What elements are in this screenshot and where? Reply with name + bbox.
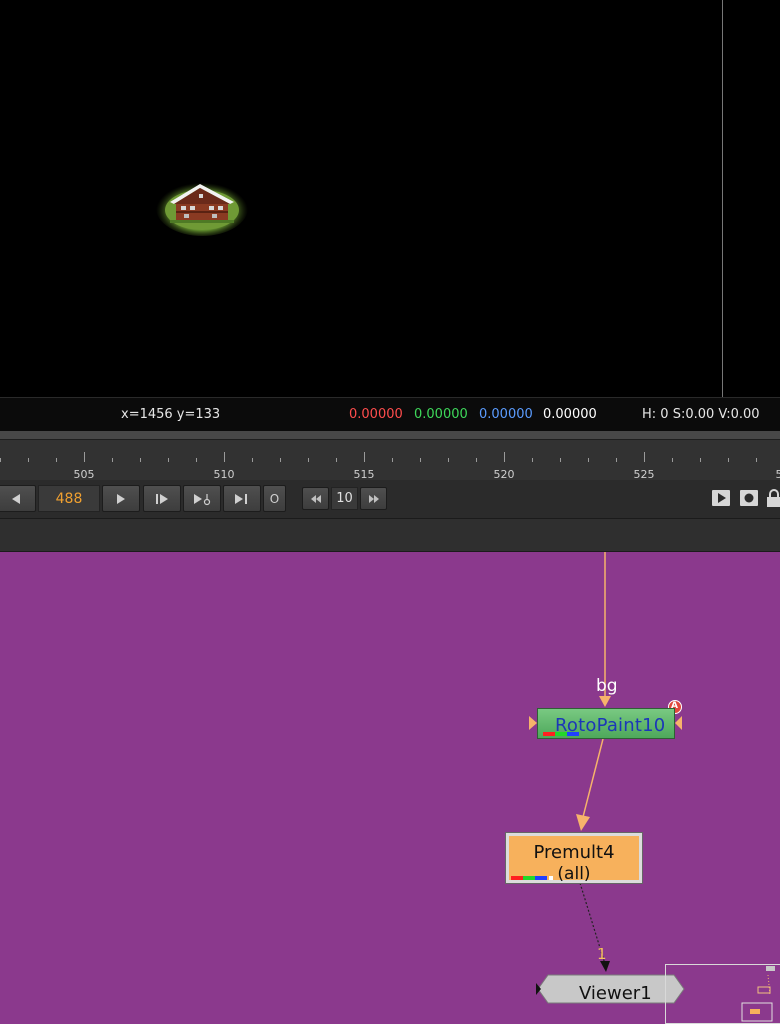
minor-tick [616,458,617,462]
next-keyframe-icon [194,493,211,505]
play-forward-icon [117,493,125,504]
pixel-blue-value: 0.00000 [479,407,533,422]
roto-premult-arrow [576,814,590,831]
minor-tick [728,458,729,462]
chalet-image [156,180,248,236]
viewer-input-label: 1 [597,945,607,963]
bg-pipe-arrow [599,696,611,707]
frame-step-field[interactable]: 10 [331,487,358,510]
pixel-alpha-value: 0.00000 [543,407,597,422]
next-keyframe-button[interactable] [183,485,221,512]
viewer-info-bar: x=1456 y=133 0.00000 0.00000 0.00000 0.0… [0,397,780,432]
major-tick [84,452,85,462]
step-forward-icon [156,493,168,504]
minor-tick [196,458,197,462]
pixel-red-value: 0.00000 [349,407,403,422]
lock-icon[interactable] [766,489,780,507]
minor-tick [560,458,561,462]
play-forward-button[interactable] [102,485,140,512]
pixel-hsv-value: H: 0 S:0.00 V:0.00 [642,407,760,422]
minor-tick [280,458,281,462]
minor-tick [308,458,309,462]
channel-green-indicator [523,876,535,880]
next-frame-button[interactable] [143,485,181,512]
fast-forward-icon [368,494,379,503]
minor-tick [336,458,337,462]
play-backward-button[interactable] [0,485,36,512]
node-connections [529,552,685,1004]
minor-tick [56,458,57,462]
minor-tick [700,458,701,462]
cursor-coordinates: x=1456 y=133 [121,407,221,422]
channel-blue-indicator [567,732,579,736]
minor-tick [672,458,673,462]
viewer-node-label: Viewer1 [579,983,652,1004]
major-tick [644,452,645,462]
node-graph-minimap[interactable] [665,964,780,1024]
minor-tick [140,458,141,462]
channel-red-indicator [511,876,523,880]
current-frame-field[interactable]: 488 [38,485,100,512]
goto-end-icon [235,493,247,504]
premult-channels-label: (all) [557,864,591,884]
timeline-ruler[interactable]: 505 510 515 520 525 5 [0,440,780,481]
channel-blue-indicator [535,876,547,880]
minor-tick [448,458,449,462]
viewer-left-input-icon [536,983,541,995]
node-graph[interactable]: bg RotoPaint10 A Premult4 (all) 1 Viewer… [0,552,780,1024]
minor-tick [252,458,253,462]
roto-badge-label: A [671,701,678,711]
channel-alpha-indicator [549,876,553,880]
roto-premult-pipe[interactable] [582,738,604,818]
minor-tick [756,458,757,462]
minor-tick [420,458,421,462]
bg-input-label: bg [596,676,618,696]
flipbook-icon[interactable] [711,489,731,507]
pixel-green-value: 0.00000 [414,407,468,422]
play-backward-icon [12,493,20,504]
rotopaint-node[interactable]: RotoPaint10 [537,708,675,739]
minor-tick [476,458,477,462]
channel-red-indicator [543,732,555,736]
minor-tick [588,458,589,462]
premult-node[interactable]: Premult4 (all) [505,832,643,884]
timeline-splitter[interactable] [0,431,780,440]
viewer-format-edge [722,0,723,397]
capture-icon[interactable] [739,489,759,507]
step-back-button[interactable] [302,487,329,510]
minor-tick [168,458,169,462]
roto-output-arrow-icon[interactable] [675,716,682,730]
viewer-canvas[interactable] [0,0,780,397]
channel-green-indicator [555,732,567,736]
minor-tick [28,458,29,462]
roto-mask-input-icon[interactable] [529,716,537,730]
panel-divider[interactable] [0,518,780,552]
minor-tick [392,458,393,462]
minor-tick [532,458,533,462]
playback-controls: 488 O 10 [0,480,780,518]
minimap-preview [741,966,775,1022]
major-tick [504,452,505,462]
premult-node-label: Premult4 [533,842,615,863]
goto-end-button[interactable] [223,485,261,512]
major-tick [364,452,365,462]
minor-tick [112,458,113,462]
rewind-icon [310,494,321,503]
minor-tick [0,458,1,462]
major-tick [224,452,225,462]
step-forward-button[interactable] [360,487,387,510]
in-out-button[interactable]: O [263,485,286,512]
